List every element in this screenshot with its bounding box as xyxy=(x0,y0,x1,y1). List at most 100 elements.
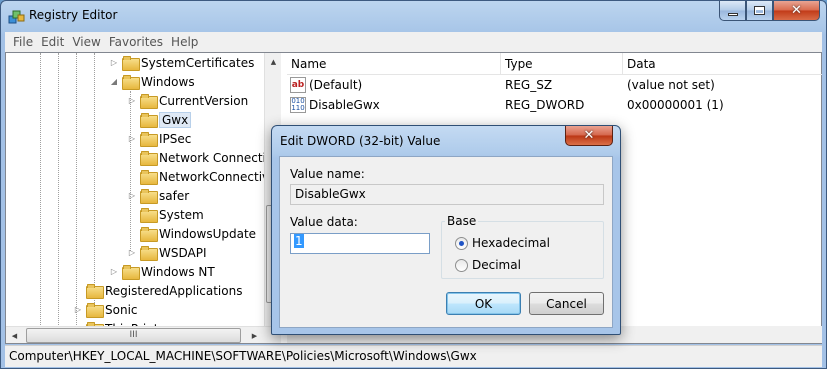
menu-bar: File Edit View Favorites Help xyxy=(5,32,822,52)
list-item[interactable]: ab (Default) REG_SZ (value not set) xyxy=(287,75,822,95)
folder-icon xyxy=(140,113,158,128)
scroll-thumb[interactable]: III xyxy=(26,328,241,343)
folder-icon xyxy=(86,284,104,299)
decimal-radio[interactable]: Decimal xyxy=(455,258,521,272)
cancel-button[interactable]: Cancel xyxy=(529,292,604,315)
folder-open-icon xyxy=(122,75,140,90)
caption-buttons: ✕ xyxy=(719,1,820,21)
status-bar: Computer\HKEY_LOCAL_MACHINE\SOFTWARE\Pol… xyxy=(5,345,822,367)
folder-icon xyxy=(122,265,140,280)
menu-favorites[interactable]: Favorites xyxy=(105,35,167,49)
binary-value-icon: 010 110 xyxy=(290,97,306,113)
collapse-arrow-icon[interactable]: ◢ xyxy=(108,77,120,86)
tree-item-label: CurrentVersion xyxy=(159,93,249,108)
folder-icon xyxy=(140,94,158,109)
folder-icon xyxy=(140,170,158,185)
base-label: Base xyxy=(445,214,479,228)
scroll-left-arrow-icon[interactable]: ◀ xyxy=(6,327,23,343)
value-data: (value not set) xyxy=(627,78,715,92)
scroll-right-arrow-icon[interactable]: ▶ xyxy=(246,327,263,343)
folder-icon xyxy=(140,132,158,147)
tree-item-label: System xyxy=(159,207,204,222)
tree-item[interactable]: ◢ Windows xyxy=(108,72,195,91)
scroll-grip-icon: III xyxy=(129,330,138,340)
expand-arrow-icon[interactable]: ▷ xyxy=(126,248,138,257)
tree-item-label: WSDAPI xyxy=(159,245,207,260)
expand-arrow-icon[interactable]: ▷ xyxy=(126,134,138,143)
expand-arrow-icon[interactable]: ▷ xyxy=(126,191,138,200)
tree-item-label: Windows NT xyxy=(141,264,215,279)
expand-arrow-icon[interactable]: ▷ xyxy=(108,58,120,67)
expand-arrow-icon[interactable]: ▷ xyxy=(126,96,138,105)
menu-edit[interactable]: Edit xyxy=(37,35,68,49)
tree-guide-line xyxy=(40,53,41,343)
tree-item[interactable]: ▷ Windows NT xyxy=(108,262,215,281)
tree-item[interactable]: ▷ WSDAPI xyxy=(126,243,207,262)
tree-item[interactable]: RegisteredApplications xyxy=(72,281,242,300)
tree-item-label: WindowsUpdate xyxy=(159,226,257,241)
folder-icon xyxy=(140,151,158,166)
dialog-close-button[interactable]: ✕ xyxy=(565,126,613,146)
tree-item[interactable]: ▷ safer xyxy=(126,186,189,205)
scroll-up-arrow-icon[interactable]: ▲ xyxy=(265,53,282,70)
folder-icon xyxy=(140,246,158,261)
folder-icon xyxy=(122,56,140,71)
list-item[interactable]: 010 110 DisableGwx REG_DWORD 0x00000001 (… xyxy=(287,95,822,115)
tree-item[interactable]: System xyxy=(126,205,204,224)
value-type: REG_DWORD xyxy=(505,98,585,112)
expand-arrow-icon[interactable]: ▷ xyxy=(72,305,84,314)
dialog-title: Edit DWORD (32-bit) Value xyxy=(280,134,441,148)
string-value-icon: ab xyxy=(290,77,306,93)
folder-icon xyxy=(140,189,158,204)
tree-item[interactable]: ▷ Sonic xyxy=(72,300,138,319)
value-data-input[interactable]: 1 xyxy=(290,233,430,254)
radio-unchecked-icon xyxy=(455,258,468,272)
column-header-type[interactable]: Type xyxy=(501,53,623,75)
title-bar[interactable]: Registry Editor ✕ xyxy=(1,1,826,31)
hexadecimal-label: Hexadecimal xyxy=(472,236,550,250)
column-header-data[interactable]: Data xyxy=(623,53,822,75)
menu-view[interactable]: View xyxy=(68,35,104,49)
tree-item-selected[interactable]: Gwx xyxy=(126,110,192,129)
registry-tree: ▷ SystemCertificates ◢ Windows ▷ Current… xyxy=(6,53,283,343)
registry-editor-icon xyxy=(8,10,25,24)
tree-item[interactable]: ▷ IPSec xyxy=(126,129,191,148)
tree-guide-line xyxy=(94,53,95,313)
tree-item-label: IPSec xyxy=(159,131,192,146)
tree-item[interactable]: ▷ SystemCertificates xyxy=(108,53,254,72)
tree-item-label: Windows xyxy=(141,74,195,89)
tree-item[interactable]: NetworkConnectivi xyxy=(126,167,273,186)
menu-file[interactable]: File xyxy=(9,35,37,49)
tree-item-label: RegisteredApplications xyxy=(105,283,243,298)
folder-icon xyxy=(140,227,158,242)
minimize-button[interactable] xyxy=(719,1,746,21)
maximize-button[interactable] xyxy=(746,1,773,21)
tree-item[interactable]: Network Connectio xyxy=(126,148,273,167)
tree-item-label: Network Connectio xyxy=(159,150,274,165)
edit-dword-dialog: Edit DWORD (32-bit) Value ✕ Value name: … xyxy=(271,125,621,335)
ok-button[interactable]: OK xyxy=(446,292,521,315)
close-icon: ✕ xyxy=(583,128,595,143)
maximize-icon xyxy=(754,6,765,15)
expand-arrow-icon[interactable]: ▷ xyxy=(108,267,120,276)
tree-horizontal-scrollbar[interactable]: ◀ III ▶ xyxy=(6,326,281,343)
value-data-label: Value data: xyxy=(290,215,358,229)
tree-item-label: Gwx xyxy=(159,111,192,128)
menu-help[interactable]: Help xyxy=(167,35,202,49)
dialog-body: Value name: DisableGwx Value data: 1 Bas… xyxy=(279,156,613,328)
minimize-icon xyxy=(727,12,738,16)
tree-item[interactable]: WindowsUpdate xyxy=(126,224,256,243)
close-button[interactable]: ✕ xyxy=(773,1,820,21)
hexadecimal-radio[interactable]: Hexadecimal xyxy=(455,236,550,250)
column-header-name[interactable]: Name xyxy=(287,53,501,75)
value-name-field: DisableGwx xyxy=(290,184,604,205)
window-title: Registry Editor xyxy=(29,8,118,22)
value-data: 0x00000001 (1) xyxy=(627,98,724,112)
tree-item-label: safer xyxy=(159,188,190,203)
folder-icon xyxy=(140,208,158,223)
tree-item-label: SystemCertificates xyxy=(141,55,255,70)
tree-item[interactable]: ▷ CurrentVersion xyxy=(126,91,248,110)
value-name: DisableGwx xyxy=(309,98,380,112)
radio-checked-icon xyxy=(455,236,468,250)
list-header: Name Type Data xyxy=(287,53,822,75)
